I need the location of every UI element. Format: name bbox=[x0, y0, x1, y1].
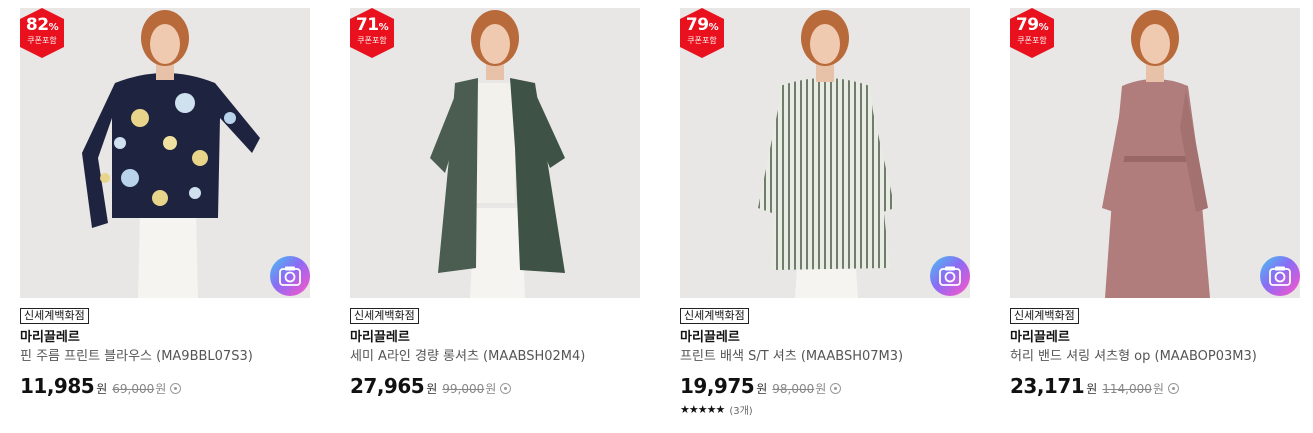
price-row: 23,171 원 114,000 원 bbox=[1010, 374, 1300, 398]
currency-label: 원 bbox=[426, 382, 438, 396]
product-grid: 82% 쿠폰포함 신세계백화점 마리끌레르 핀 주름 프린트 블라우스 (MA9… bbox=[0, 0, 1313, 433]
store-tag: 신세계백화점 bbox=[680, 308, 749, 324]
currency-label: 원 bbox=[155, 382, 167, 396]
currency-label: 원 bbox=[1152, 382, 1164, 396]
sale-price: 23,171 bbox=[1010, 374, 1085, 398]
product-name[interactable]: 허리 밴드 셔링 셔츠형 op (MAABOP03M3) bbox=[1010, 349, 1300, 365]
store-tag: 신세계백화점 bbox=[20, 308, 89, 324]
product-card[interactable]: 82% 쿠폰포함 신세계백화점 마리끌레르 핀 주름 프린트 블라우스 (MA9… bbox=[20, 8, 310, 398]
currency-label: 원 bbox=[1086, 382, 1098, 396]
original-price: 99,000 bbox=[442, 382, 485, 396]
brand-name[interactable]: 마리끌레르 bbox=[20, 330, 310, 346]
price-row: 27,965 원 99,000 원 bbox=[350, 374, 640, 398]
product-image[interactable]: 82% 쿠폰포함 bbox=[20, 8, 310, 298]
price-info-icon[interactable] bbox=[1167, 383, 1179, 394]
price-info-icon[interactable] bbox=[830, 383, 842, 394]
brand-name[interactable]: 마리끌레르 bbox=[350, 330, 640, 346]
discount-badge: 82% 쿠폰포함 bbox=[20, 8, 64, 58]
brand-name[interactable]: 마리끌레르 bbox=[680, 330, 970, 346]
product-image[interactable]: 71% 쿠폰포함 bbox=[350, 8, 640, 298]
discount-badge: 71% 쿠폰포함 bbox=[350, 8, 394, 58]
price-row: 19,975 원 98,000 원 bbox=[680, 374, 970, 398]
price-info-icon[interactable] bbox=[500, 383, 512, 394]
discount-badge: 79% 쿠폰포함 bbox=[1010, 8, 1054, 58]
currency-label: 원 bbox=[485, 382, 497, 396]
sale-price: 19,975 bbox=[680, 374, 755, 398]
original-price: 114,000 bbox=[1102, 382, 1152, 396]
original-price: 69,000 bbox=[112, 382, 155, 396]
product-name[interactable]: 세미 A라인 경량 롱셔츠 (MAABSH02M4) bbox=[350, 349, 640, 365]
star-rating-icon: ★★★★★ bbox=[680, 403, 725, 416]
original-price: 98,000 bbox=[772, 382, 815, 396]
product-card[interactable]: 79% 쿠폰포함 신세계백화점 마리끌레르 허리 밴드 셔링 셔츠형 op (M… bbox=[1010, 8, 1300, 398]
sale-price: 11,985 bbox=[20, 374, 95, 398]
camera-search-icon[interactable] bbox=[930, 256, 970, 296]
currency-label: 원 bbox=[756, 382, 768, 396]
product-card[interactable]: 71% 쿠폰포함 신세계백화점 마리끌레르 세미 A라인 경량 롱셔츠 (MAA… bbox=[350, 8, 640, 398]
price-info-icon[interactable] bbox=[170, 383, 182, 394]
camera-search-icon[interactable] bbox=[270, 256, 310, 296]
discount-badge: 79% 쿠폰포함 bbox=[680, 8, 724, 58]
brand-name[interactable]: 마리끌레르 bbox=[1010, 330, 1300, 346]
product-image[interactable]: 79% 쿠폰포함 bbox=[680, 8, 970, 298]
product-name[interactable]: 프린트 배색 S/T 셔츠 (MAABSH07M3) bbox=[680, 349, 970, 365]
currency-label: 원 bbox=[96, 382, 108, 396]
store-tag: 신세계백화점 bbox=[350, 308, 419, 324]
product-card[interactable]: 79% 쿠폰포함 신세계백화점 마리끌레르 프린트 배색 S/T 셔츠 (MAA… bbox=[680, 8, 970, 417]
price-row: 11,985 원 69,000 원 bbox=[20, 374, 310, 398]
camera-search-icon[interactable] bbox=[1260, 256, 1300, 296]
product-image[interactable]: 79% 쿠폰포함 bbox=[1010, 8, 1300, 298]
rating-row[interactable]: ★★★★★ (3개) bbox=[680, 402, 970, 417]
store-tag: 신세계백화점 bbox=[1010, 308, 1079, 324]
currency-label: 원 bbox=[815, 382, 827, 396]
sale-price: 27,965 bbox=[350, 374, 425, 398]
product-name[interactable]: 핀 주름 프린트 블라우스 (MA9BBL07S3) bbox=[20, 349, 310, 365]
review-count: (3개) bbox=[729, 406, 753, 417]
